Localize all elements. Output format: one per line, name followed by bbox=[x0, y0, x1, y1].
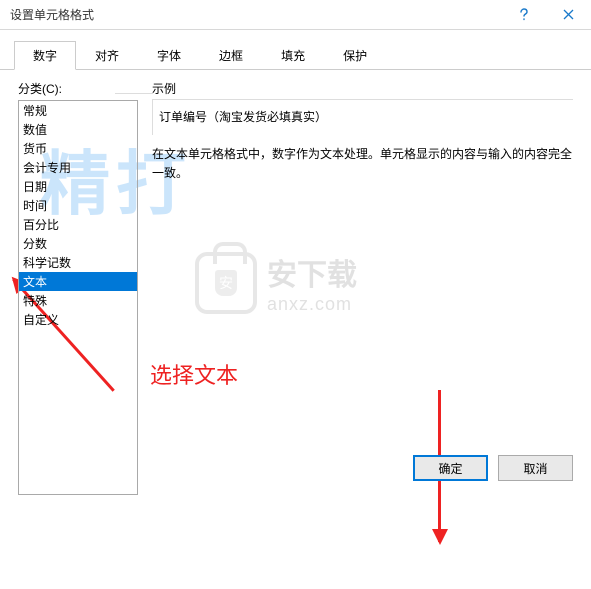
sample-value: 订单编号（淘宝发货必填真实） bbox=[159, 110, 327, 124]
format-description: 在文本单元格格式中，数字作为文本处理。单元格显示的内容与输入的内容完全一致。 bbox=[152, 145, 573, 183]
category-item[interactable]: 常规 bbox=[19, 101, 137, 120]
category-item[interactable]: 分数 bbox=[19, 234, 137, 253]
category-item[interactable]: 数值 bbox=[19, 120, 137, 139]
dialog-footer: 确定 取消 bbox=[413, 455, 573, 481]
close-button[interactable] bbox=[546, 0, 591, 29]
tab-4[interactable]: 填充 bbox=[262, 41, 324, 70]
ok-button[interactable]: 确定 bbox=[413, 455, 488, 481]
category-item[interactable]: 货币 bbox=[19, 139, 137, 158]
category-label: 分类(C): bbox=[18, 80, 138, 97]
category-item[interactable]: 时间 bbox=[19, 196, 137, 215]
tab-1[interactable]: 对齐 bbox=[76, 41, 138, 70]
category-item[interactable]: 自定义 bbox=[19, 310, 137, 329]
window-title: 设置单元格格式 bbox=[10, 6, 94, 23]
sample-box: 订单编号（淘宝发货必填真实） bbox=[152, 99, 573, 135]
category-item[interactable]: 特殊 bbox=[19, 291, 137, 310]
titlebar: 设置单元格格式 bbox=[0, 0, 591, 30]
tab-3[interactable]: 边框 bbox=[200, 41, 262, 70]
category-item[interactable]: 会计专用 bbox=[19, 158, 137, 177]
tab-2[interactable]: 字体 bbox=[138, 41, 200, 70]
category-item[interactable]: 文本 bbox=[19, 272, 137, 291]
tab-0[interactable]: 数字 bbox=[14, 41, 76, 70]
help-button[interactable] bbox=[501, 0, 546, 29]
tab-5[interactable]: 保护 bbox=[324, 41, 386, 70]
category-item[interactable]: 日期 bbox=[19, 177, 137, 196]
category-item[interactable]: 百分比 bbox=[19, 215, 137, 234]
cancel-button[interactable]: 取消 bbox=[498, 455, 573, 481]
sample-label: 示例 bbox=[152, 80, 573, 97]
category-item[interactable]: 科学记数 bbox=[19, 253, 137, 272]
tab-bar: 数字对齐字体边框填充保护 bbox=[0, 30, 591, 70]
category-listbox[interactable]: 常规数值货币会计专用日期时间百分比分数科学记数文本特殊自定义 bbox=[18, 100, 138, 495]
